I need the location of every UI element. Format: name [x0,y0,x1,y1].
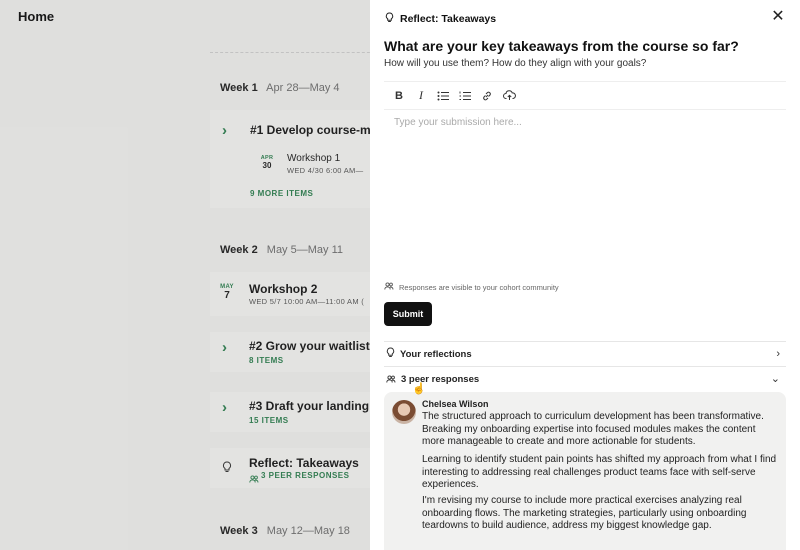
lightbulb-icon [385,10,394,28]
numbered-list-icon[interactable] [456,87,474,105]
peer-paragraph: I'm revising my course to include more p… [422,495,747,531]
peer-response-card: Chelsea Wilson The structured approach t… [384,392,786,550]
upload-icon[interactable] [500,87,518,105]
visibility-note: Responses are visible to your cohort com… [384,282,559,292]
people-icon [386,370,396,388]
close-icon[interactable]: ✕ [770,9,786,25]
peer-responses-row[interactable]: 3 peer responses ⌄ [384,366,786,391]
submit-button[interactable]: Submit [384,302,432,326]
bullet-list-icon[interactable] [434,87,452,105]
rich-text-editor: B I [384,81,786,277]
your-reflections-label: Your reflections [400,348,472,360]
chevron-down-icon[interactable]: ⌄ [771,372,780,385]
prompt-question: What are your key takeaways from the cou… [384,38,739,54]
people-icon [384,282,394,292]
italic-icon[interactable]: I [412,87,430,105]
avatar [392,400,416,424]
drawer-title: Reflect: Takeaways [400,13,497,25]
peer-name: Chelsea Wilson [422,399,489,409]
lightbulb-icon [386,345,395,363]
visibility-text: Responses are visible to your cohort com… [399,282,559,292]
bold-icon[interactable]: B [390,87,408,105]
modal-backdrop[interactable] [0,0,370,550]
chevron-right-icon[interactable]: › [776,348,780,360]
submission-textarea[interactable] [384,111,786,277]
prompt-subtext: How will you use them? How do they align… [384,58,647,69]
your-reflections-row[interactable]: Your reflections › [384,341,786,366]
mouse-pointer-icon: ☝ [412,383,426,395]
drawer-header: Reflect: Takeaways [385,10,496,28]
link-icon[interactable] [478,87,496,105]
reflection-drawer: Reflect: Takeaways ✕ What are your key t… [370,0,800,550]
peer-paragraph: Learning to identify student pain points… [422,454,777,490]
editor-toolbar: B I [384,82,786,110]
peer-paragraph: The structured approach to curriculum de… [422,411,764,447]
